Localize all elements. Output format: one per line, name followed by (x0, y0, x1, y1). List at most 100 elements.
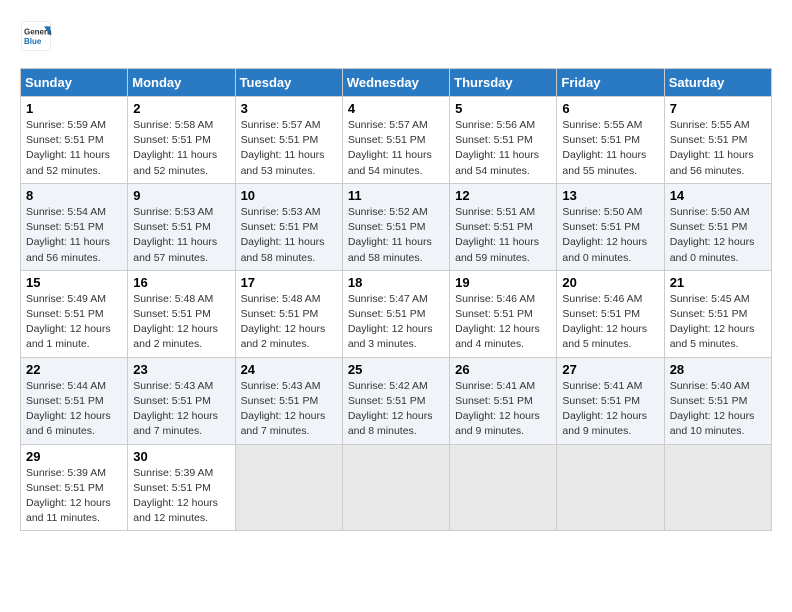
day-number: 9 (133, 188, 229, 203)
day-info: Sunrise: 5:39 AMSunset: 5:51 PMDaylight:… (26, 467, 111, 525)
calendar-cell: 15 Sunrise: 5:49 AMSunset: 5:51 PMDayligh… (21, 270, 128, 357)
day-info: Sunrise: 5:43 AMSunset: 5:51 PMDaylight:… (133, 380, 218, 438)
calendar-cell: 27 Sunrise: 5:41 AMSunset: 5:51 PMDayligh… (557, 357, 664, 444)
day-info: Sunrise: 5:46 AMSunset: 5:51 PMDaylight:… (562, 293, 647, 351)
calendar-week-row: 29 Sunrise: 5:39 AMSunset: 5:51 PMDayligh… (21, 444, 772, 531)
calendar-cell: 30Sunrise: 5:39 AMSunset: 5:51 PMDayligh… (128, 444, 235, 531)
day-number: 26 (455, 362, 551, 377)
day-info: Sunrise: 5:43 AMSunset: 5:51 PMDaylight:… (241, 380, 326, 438)
calendar-cell (664, 444, 771, 531)
day-number: 15 (26, 275, 122, 290)
day-number: 12 (455, 188, 551, 203)
day-info: Sunrise: 5:50 AMSunset: 5:51 PMDaylight:… (562, 206, 647, 264)
calendar-cell: 11 Sunrise: 5:52 AMSunset: 5:51 PMDayligh… (342, 183, 449, 270)
day-info: Sunrise: 5:40 AMSunset: 5:51 PMDaylight:… (670, 380, 755, 438)
calendar-cell: 22 Sunrise: 5:44 AMSunset: 5:51 PMDayligh… (21, 357, 128, 444)
calendar-week-row: 22 Sunrise: 5:44 AMSunset: 5:51 PMDayligh… (21, 357, 772, 444)
weekday-header-friday: Friday (557, 69, 664, 97)
day-number: 1 (26, 101, 122, 116)
calendar-cell: 12 Sunrise: 5:51 AMSunset: 5:51 PMDayligh… (450, 183, 557, 270)
calendar-cell: 20 Sunrise: 5:46 AMSunset: 5:51 PMDayligh… (557, 270, 664, 357)
day-info: Sunrise: 5:56 AMSunset: 5:51 PMDaylight:… (455, 119, 539, 177)
weekday-header-sunday: Sunday (21, 69, 128, 97)
day-number: 19 (455, 275, 551, 290)
calendar-cell: 29 Sunrise: 5:39 AMSunset: 5:51 PMDayligh… (21, 444, 128, 531)
calendar-cell: 5 Sunrise: 5:56 AMSunset: 5:51 PMDaylight… (450, 97, 557, 184)
calendar-cell: 23 Sunrise: 5:43 AMSunset: 5:51 PMDayligh… (128, 357, 235, 444)
weekday-header-tuesday: Tuesday (235, 69, 342, 97)
day-info: Sunrise: 5:42 AMSunset: 5:51 PMDaylight:… (348, 380, 433, 438)
calendar-cell: 7 Sunrise: 5:55 AMSunset: 5:51 PMDaylight… (664, 97, 771, 184)
day-number: 28 (670, 362, 766, 377)
day-number: 5 (455, 101, 551, 116)
calendar-week-row: 1 Sunrise: 5:59 AMSunset: 5:51 PMDaylight… (21, 97, 772, 184)
day-number: 11 (348, 188, 444, 203)
day-number: 22 (26, 362, 122, 377)
calendar-table: SundayMondayTuesdayWednesdayThursdayFrid… (20, 68, 772, 531)
day-number: 13 (562, 188, 658, 203)
day-number: 17 (241, 275, 337, 290)
day-number: 29 (26, 449, 122, 464)
day-number: 20 (562, 275, 658, 290)
day-number: 30 (133, 449, 229, 464)
day-info: Sunrise: 5:44 AMSunset: 5:51 PMDaylight:… (26, 380, 111, 438)
svg-text:Blue: Blue (24, 37, 42, 46)
day-info: Sunrise: 5:59 AMSunset: 5:51 PMDaylight:… (26, 119, 110, 177)
weekday-header-monday: Monday (128, 69, 235, 97)
day-number: 10 (241, 188, 337, 203)
day-info: Sunrise: 5:57 AMSunset: 5:51 PMDaylight:… (348, 119, 432, 177)
day-number: 14 (670, 188, 766, 203)
calendar-cell: 24 Sunrise: 5:43 AMSunset: 5:51 PMDayligh… (235, 357, 342, 444)
day-number: 23 (133, 362, 229, 377)
day-info: Sunrise: 5:58 AMSunset: 5:51 PMDaylight:… (133, 119, 217, 177)
day-info: Sunrise: 5:51 AMSunset: 5:51 PMDaylight:… (455, 206, 539, 264)
calendar-cell: 18 Sunrise: 5:47 AMSunset: 5:51 PMDayligh… (342, 270, 449, 357)
calendar-cell: 8Sunrise: 5:54 AMSunset: 5:51 PMDaylight… (21, 183, 128, 270)
calendar-cell: 17Sunrise: 5:48 AMSunset: 5:51 PMDayligh… (235, 270, 342, 357)
calendar-cell: 26 Sunrise: 5:41 AMSunset: 5:51 PMDayligh… (450, 357, 557, 444)
day-info: Sunrise: 5:45 AMSunset: 5:51 PMDaylight:… (670, 293, 755, 351)
calendar-cell: 1 Sunrise: 5:59 AMSunset: 5:51 PMDaylight… (21, 97, 128, 184)
calendar-cell: 4 Sunrise: 5:57 AMSunset: 5:51 PMDaylight… (342, 97, 449, 184)
day-number: 4 (348, 101, 444, 116)
logo: General Blue (20, 20, 52, 52)
day-number: 27 (562, 362, 658, 377)
calendar-cell: 3 Sunrise: 5:57 AMSunset: 5:51 PMDaylight… (235, 97, 342, 184)
day-info: Sunrise: 5:41 AMSunset: 5:51 PMDaylight:… (562, 380, 647, 438)
day-number: 25 (348, 362, 444, 377)
day-info: Sunrise: 5:55 AMSunset: 5:51 PMDaylight:… (670, 119, 754, 177)
calendar-week-row: 8Sunrise: 5:54 AMSunset: 5:51 PMDaylight… (21, 183, 772, 270)
day-info: Sunrise: 5:41 AMSunset: 5:51 PMDaylight:… (455, 380, 540, 438)
calendar-cell (235, 444, 342, 531)
calendar-cell (342, 444, 449, 531)
day-number: 8 (26, 188, 122, 203)
day-number: 21 (670, 275, 766, 290)
day-info: Sunrise: 5:55 AMSunset: 5:51 PMDaylight:… (562, 119, 646, 177)
day-number: 3 (241, 101, 337, 116)
weekday-header-saturday: Saturday (664, 69, 771, 97)
calendar-cell: 16Sunrise: 5:48 AMSunset: 5:51 PMDayligh… (128, 270, 235, 357)
day-number: 18 (348, 275, 444, 290)
calendar-week-row: 15 Sunrise: 5:49 AMSunset: 5:51 PMDayligh… (21, 270, 772, 357)
calendar-cell: 19Sunrise: 5:46 AMSunset: 5:51 PMDayligh… (450, 270, 557, 357)
calendar-cell: 9Sunrise: 5:53 AMSunset: 5:51 PMDaylight… (128, 183, 235, 270)
day-info: Sunrise: 5:57 AMSunset: 5:51 PMDaylight:… (241, 119, 325, 177)
calendar-cell (557, 444, 664, 531)
day-info: Sunrise: 5:49 AMSunset: 5:51 PMDaylight:… (26, 293, 111, 351)
day-number: 2 (133, 101, 229, 116)
day-info: Sunrise: 5:53 AMSunset: 5:51 PMDaylight:… (241, 206, 325, 264)
weekday-header-thursday: Thursday (450, 69, 557, 97)
logo-icon: General Blue (20, 20, 52, 52)
day-info: Sunrise: 5:52 AMSunset: 5:51 PMDaylight:… (348, 206, 432, 264)
calendar-cell: 14Sunrise: 5:50 AMSunset: 5:51 PMDayligh… (664, 183, 771, 270)
calendar-cell: 25 Sunrise: 5:42 AMSunset: 5:51 PMDayligh… (342, 357, 449, 444)
day-number: 24 (241, 362, 337, 377)
weekday-header-wednesday: Wednesday (342, 69, 449, 97)
day-number: 7 (670, 101, 766, 116)
day-info: Sunrise: 5:47 AMSunset: 5:51 PMDaylight:… (348, 293, 433, 351)
calendar-cell: 28 Sunrise: 5:40 AMSunset: 5:51 PMDayligh… (664, 357, 771, 444)
page-header: General Blue (20, 20, 772, 52)
calendar-cell: 21 Sunrise: 5:45 AMSunset: 5:51 PMDayligh… (664, 270, 771, 357)
calendar-cell: 6 Sunrise: 5:55 AMSunset: 5:51 PMDaylight… (557, 97, 664, 184)
day-number: 6 (562, 101, 658, 116)
